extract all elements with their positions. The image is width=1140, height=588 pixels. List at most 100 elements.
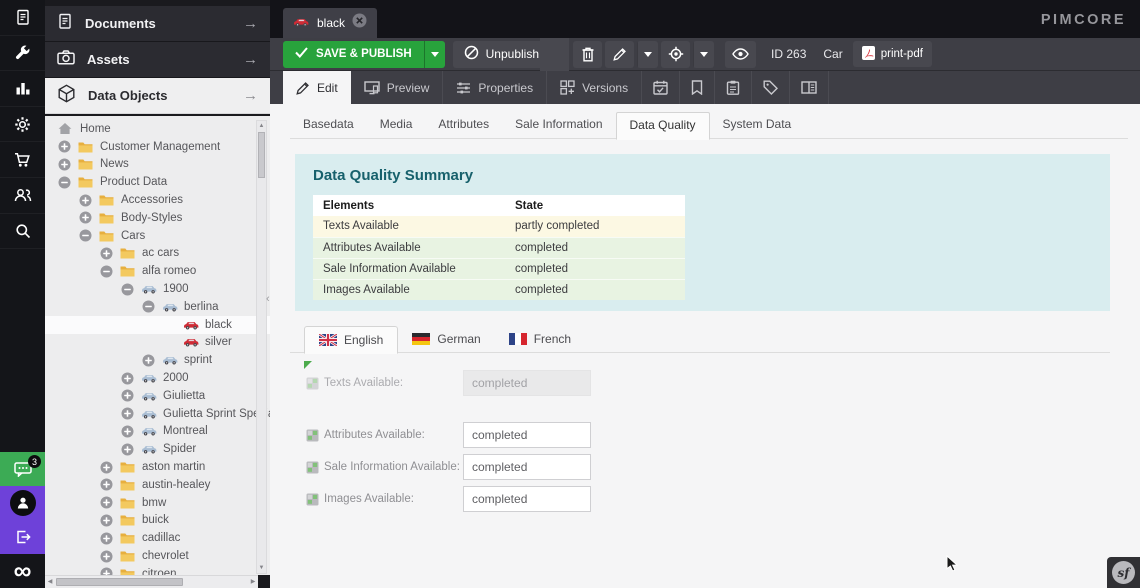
documents-nav-icon[interactable] [0, 0, 45, 36]
plus-expander-icon[interactable] [121, 443, 141, 456]
tree-item-berlina[interactable]: berlina [45, 298, 270, 316]
tree-item-aston-martin[interactable]: aston martin [45, 458, 270, 476]
tab-properties[interactable]: Properties [443, 71, 547, 104]
tree-item-cadillac[interactable]: cadillac [45, 529, 270, 547]
scroll-down-icon[interactable]: ▼ [257, 563, 266, 573]
save-and-publish-button[interactable]: SAVE & PUBLISH [283, 41, 445, 68]
tree-item-1900[interactable]: 1900 [45, 280, 270, 298]
minus-expander-icon[interactable] [121, 283, 141, 296]
symfony-debug-toolbar-button[interactable]: sf [1107, 557, 1140, 588]
save-options-caret[interactable] [424, 41, 445, 68]
tab-sale-information[interactable]: Sale Information [502, 111, 615, 139]
search-nav-icon[interactable] [0, 214, 45, 250]
minus-expander-icon[interactable] [142, 300, 162, 313]
plus-expander-icon[interactable] [100, 247, 120, 260]
tab-versions[interactable]: Versions [547, 71, 642, 104]
plus-expander-icon[interactable] [100, 461, 120, 474]
unpublish-button[interactable]: Unpublish [453, 41, 550, 68]
tab-tags[interactable] [752, 71, 790, 104]
scroll-right-icon[interactable]: ▶ [248, 576, 258, 588]
plus-expander-icon[interactable] [121, 425, 141, 438]
close-icon[interactable] [352, 13, 367, 33]
plus-expander-icon[interactable] [100, 496, 120, 509]
tree-item-2000[interactable]: 2000 [45, 369, 270, 387]
reload-button-caret[interactable] [637, 41, 658, 68]
tree-item-buick[interactable]: buick [45, 512, 270, 530]
plus-expander-icon[interactable] [121, 372, 141, 385]
tab-reports[interactable] [715, 71, 752, 104]
tab-basedata[interactable]: Basedata [290, 111, 367, 139]
plus-expander-icon[interactable] [100, 478, 120, 491]
info-button-caret[interactable] [693, 41, 714, 68]
reports-nav-icon[interactable] [0, 71, 45, 107]
rename-button[interactable] [605, 41, 634, 68]
tree-item-cars[interactable]: Cars [45, 227, 270, 245]
tab-media[interactable]: Media [367, 111, 426, 139]
tree-item-giulietta[interactable]: Giulietta [45, 387, 270, 405]
plus-expander-icon[interactable] [58, 140, 78, 153]
locate-in-tree-button[interactable] [661, 41, 690, 68]
notifications-button[interactable]: 3 [0, 452, 45, 486]
tree-item-alfa-romeo[interactable]: alfa romeo [45, 262, 270, 280]
tree-item-gulietta-sprint-specia[interactable]: Gulietta Sprint Specia [45, 405, 270, 423]
pimcore-infinity-logo[interactable]: ∞ [0, 554, 45, 588]
lang-tab-english[interactable]: English [304, 326, 398, 354]
tree-item-body-styles[interactable]: Body-Styles [45, 209, 270, 227]
scroll-left-icon[interactable]: ◀ [45, 576, 55, 588]
tree-item-home[interactable]: Home [45, 120, 270, 138]
tree-item-accessories[interactable]: Accessories [45, 191, 270, 209]
field-input-sale-information-available[interactable] [463, 454, 591, 480]
tab-black[interactable]: black [283, 8, 377, 38]
tab-system-data[interactable]: System Data [710, 111, 805, 139]
minus-expander-icon[interactable] [58, 176, 78, 189]
tree-item-montreal[interactable]: Montreal [45, 423, 270, 441]
tree-item-austin-healey[interactable]: austin-healey [45, 476, 270, 494]
tab-app-view[interactable] [790, 71, 829, 104]
user-profile-button[interactable] [0, 486, 45, 520]
open-preview-button[interactable] [725, 41, 756, 68]
tree-item-ac-cars[interactable]: ac cars [45, 245, 270, 263]
tree-item-black[interactable]: black [45, 316, 270, 334]
plus-expander-icon[interactable] [121, 407, 141, 420]
tree-item-citroen[interactable]: citroen [45, 565, 270, 575]
delete-button[interactable] [573, 41, 602, 68]
tab-preview[interactable]: Preview [351, 71, 444, 104]
tab-schedule[interactable] [642, 71, 680, 104]
minus-expander-icon[interactable] [100, 265, 120, 278]
plus-expander-icon[interactable] [121, 389, 141, 402]
field-input-texts-available[interactable] [463, 370, 591, 396]
plus-expander-icon[interactable] [100, 514, 120, 527]
tools-nav-icon[interactable] [0, 36, 45, 72]
tree-item-product-data[interactable]: Product Data [45, 173, 270, 191]
sidebar-collapse-handle[interactable]: ‹ [266, 287, 276, 311]
settings-nav-icon[interactable] [0, 107, 45, 143]
print-pdf-button[interactable]: print-pdf [853, 41, 932, 67]
tree-item-news[interactable]: News [45, 156, 270, 174]
customers-nav-icon[interactable] [0, 178, 45, 214]
logout-button[interactable] [0, 520, 45, 554]
tree-item-chevrolet[interactable]: chevrolet [45, 547, 270, 565]
tree-vertical-scrollbar[interactable]: ▲ ▼ [256, 120, 267, 574]
data-objects-panel-header[interactable]: Data Objects → [45, 78, 270, 114]
tree-horizontal-scrollbar[interactable]: ◀ ▶ [45, 575, 258, 588]
documents-panel-header[interactable]: Documents → [45, 6, 270, 42]
lang-tab-french[interactable]: French [495, 325, 585, 353]
tree-item-spider[interactable]: Spider [45, 440, 270, 458]
plus-expander-icon[interactable] [79, 194, 99, 207]
plus-expander-icon[interactable] [58, 158, 78, 171]
assets-panel-header[interactable]: Assets → [45, 42, 270, 78]
plus-expander-icon[interactable] [79, 211, 99, 224]
tree-item-bmw[interactable]: bmw [45, 494, 270, 512]
tab-edit[interactable]: Edit [283, 71, 351, 104]
plus-expander-icon[interactable] [100, 567, 120, 575]
tree-item-sprint[interactable]: sprint [45, 351, 270, 369]
horizontal-scroll-thumb[interactable] [56, 578, 183, 586]
tab-notes[interactable] [680, 71, 715, 104]
tree-item-customer-management[interactable]: Customer Management [45, 138, 270, 156]
scroll-up-icon[interactable]: ▲ [257, 121, 266, 131]
plus-expander-icon[interactable] [142, 354, 162, 367]
field-input-images-available[interactable] [463, 486, 591, 512]
tab-attributes[interactable]: Attributes [425, 111, 502, 139]
field-input-attributes-available[interactable] [463, 422, 591, 448]
plus-expander-icon[interactable] [100, 550, 120, 563]
